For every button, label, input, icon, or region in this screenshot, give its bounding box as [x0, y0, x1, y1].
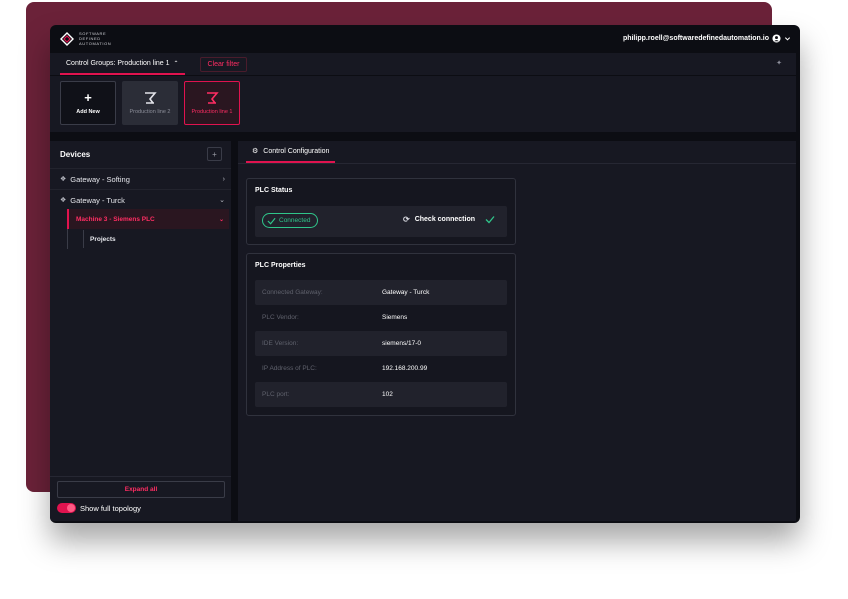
- tile-label: Production line 2: [129, 109, 171, 115]
- plc-status-title: PLC Status: [255, 187, 293, 194]
- chevron-right-icon: ›: [222, 175, 225, 183]
- tree-item-gateway-turck[interactable]: ❖ Gateway - Turck ⌄: [50, 189, 231, 210]
- robot-arm-icon: [207, 92, 219, 104]
- sidebar-footer: Expand all Show full topology: [50, 476, 231, 522]
- expand-all-button[interactable]: Expand all: [57, 481, 225, 498]
- tree-item-label: Gateway - Softing: [70, 174, 130, 184]
- check-icon: [267, 217, 276, 225]
- show-topology-label: Show full topology: [80, 503, 141, 513]
- property-value: Siemens: [382, 314, 408, 321]
- connected-status-badge: Connected: [262, 213, 319, 228]
- success-check-icon: [485, 216, 495, 224]
- tree-connector: [67, 229, 68, 249]
- logo-text-line3: AUTOMATION: [79, 41, 112, 46]
- control-groups-bar: Control Groups: Production line 1 ⌃ Clea…: [50, 53, 796, 75]
- tree-item-label: Gateway - Turck: [70, 195, 125, 205]
- main-panel: ⚙ Control Configuration PLC Status Conne…: [238, 141, 796, 521]
- robot-arm-icon: [145, 92, 157, 104]
- devices-title: Devices: [60, 150, 91, 159]
- gear-icon: ⚙: [252, 148, 259, 155]
- chevron-down-icon: [784, 37, 791, 41]
- plus-icon: +: [84, 90, 92, 105]
- property-row: Connected Gateway: Gateway - Turck: [255, 280, 507, 305]
- property-value: siemens/17-0: [382, 340, 422, 347]
- property-label: IP Address of PLC:: [262, 365, 317, 372]
- check-connection-label: Check connection: [414, 216, 475, 223]
- control-group-select-label: Control Groups: Production line 1: [66, 59, 170, 67]
- user-avatar-icon: [772, 34, 781, 43]
- tile-production-line-2[interactable]: Production line 2: [122, 81, 178, 125]
- show-topology-toggle[interactable]: [57, 503, 76, 513]
- pin-icon[interactable]: ✦: [776, 59, 782, 67]
- property-label: IDE Version:: [262, 340, 299, 347]
- user-menu[interactable]: philipp.roell@softwaredefinedautomation.…: [623, 34, 791, 43]
- property-row: IP Address of PLC: 192.168.200.99: [255, 356, 507, 381]
- status-label: Connected: [279, 217, 311, 224]
- brand-logo[interactable]: SOFTWARE DEFINED AUTOMATION: [60, 31, 111, 46]
- property-label: PLC port:: [262, 391, 290, 398]
- add-new-label: Add New: [76, 109, 100, 115]
- tree-item-projects[interactable]: Projects: [83, 230, 116, 248]
- add-device-button[interactable]: +: [207, 147, 222, 161]
- devices-sidebar: Devices + ❖ Gateway - Softing › ❖ Gatewa…: [50, 141, 231, 521]
- chevron-down-icon: ⌄: [219, 197, 225, 204]
- tree-item-machine-3[interactable]: Machine 3 - Siemens PLC ⌄: [67, 209, 229, 229]
- user-email: philipp.roell@softwaredefinedautomation.…: [622, 35, 769, 42]
- chevron-up-icon: ⌃: [173, 60, 179, 67]
- property-label: Connected Gateway:: [262, 289, 323, 296]
- add-new-tile[interactable]: + Add New: [60, 81, 116, 125]
- control-group-tiles: + Add New Production line 2 Production l…: [50, 76, 796, 132]
- top-bar: SOFTWARE DEFINED AUTOMATION philipp.roel…: [50, 25, 800, 52]
- property-label: PLC Vendor:: [262, 314, 299, 321]
- property-row: PLC Vendor: Siemens: [255, 305, 507, 330]
- check-connection-button[interactable]: ⟳ Check connection: [403, 215, 475, 224]
- tree-item-label: Machine 3 - Siemens PLC: [76, 215, 155, 223]
- show-topology-row: Show full topology: [57, 503, 141, 513]
- plc-properties-card: PLC Properties Connected Gateway: Gatewa…: [246, 253, 516, 416]
- layers-icon: ❖: [60, 176, 67, 183]
- tab-label: Control Configuration: [263, 147, 330, 155]
- app-window: SOFTWARE DEFINED AUTOMATION philipp.roel…: [50, 25, 800, 523]
- plc-status-row: Connected ⟳ Check connection: [255, 206, 507, 237]
- tab-control-configuration[interactable]: ⚙ Control Configuration: [246, 141, 336, 163]
- logo-text: SOFTWARE DEFINED AUTOMATION: [79, 31, 111, 46]
- property-value: 102: [382, 391, 393, 398]
- control-group-select[interactable]: Control Groups: Production line 1 ⌃: [60, 53, 185, 75]
- plc-properties-title: PLC Properties: [255, 262, 306, 269]
- plc-status-card: PLC Status Connected ⟳ Check connection: [246, 178, 516, 245]
- chevron-down-icon: ⌄: [218, 216, 224, 223]
- layers-icon: ❖: [60, 197, 67, 204]
- property-value: 192.168.200.99: [382, 365, 428, 372]
- tab-divider: [238, 163, 796, 164]
- clear-filter-button[interactable]: Clear filter: [199, 56, 248, 72]
- tree-item-gateway-softing[interactable]: ❖ Gateway - Softing ›: [50, 168, 231, 189]
- property-row: PLC port: 102: [255, 382, 507, 407]
- tile-production-line-1[interactable]: Production line 1: [184, 81, 240, 125]
- property-row: IDE Version: siemens/17-0: [255, 331, 507, 356]
- tile-label: Production line 1: [191, 109, 233, 115]
- property-value: Gateway - Turck: [382, 289, 430, 296]
- logo-icon: [60, 31, 74, 46]
- refresh-icon: ⟳: [403, 215, 410, 224]
